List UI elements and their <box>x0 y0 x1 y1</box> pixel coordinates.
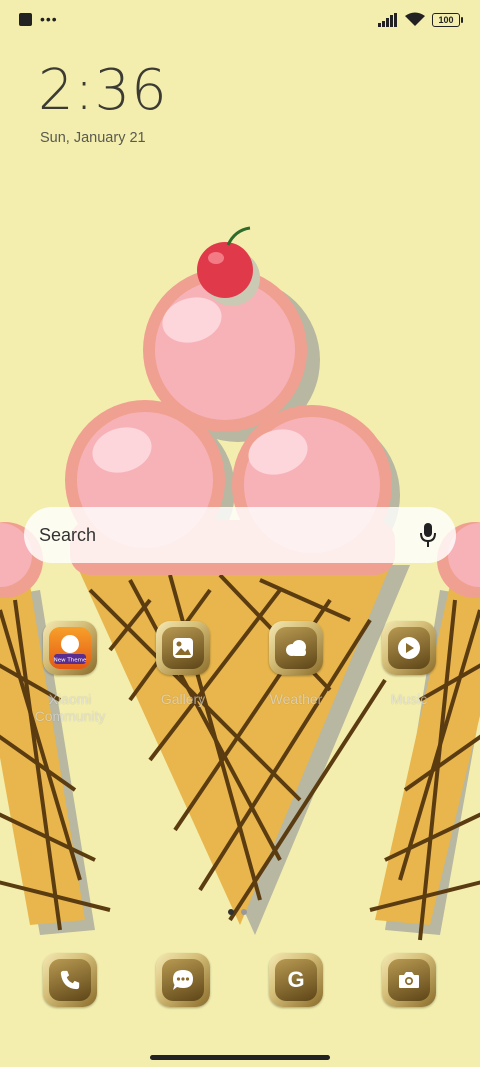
dock-phone[interactable] <box>30 953 110 1007</box>
app-badge-text: New Theme <box>54 658 87 664</box>
page-dot-active <box>228 909 234 915</box>
more-notifications-icon: ••• <box>40 11 58 27</box>
phone-icon <box>43 953 97 1007</box>
weather-icon <box>269 621 323 675</box>
notification-icon <box>19 13 32 26</box>
google-icon: G <box>269 953 323 1007</box>
app-music[interactable]: Music <box>369 621 449 708</box>
dock-camera[interactable] <box>369 953 449 1007</box>
home-indicator[interactable] <box>150 1055 330 1060</box>
date-label[interactable]: Sun, January 21 <box>40 130 146 146</box>
status-bar: ••• 100 <box>0 0 480 40</box>
signal-icon <box>378 12 397 27</box>
battery-icon: 100 <box>432 12 463 27</box>
app-weather[interactable]: Weather <box>256 621 336 708</box>
status-right: 100 <box>378 12 463 27</box>
app-label: Weather <box>269 691 323 707</box>
microphone-icon[interactable] <box>418 522 438 548</box>
app-xiaomi-community[interactable]: New Theme Xiaomi Community <box>30 621 110 725</box>
status-left: ••• <box>19 11 58 27</box>
page-indicator <box>228 909 247 915</box>
dock-google[interactable]: G <box>256 953 336 1007</box>
search-placeholder: Search <box>39 525 97 545</box>
dock-messages[interactable] <box>143 953 223 1007</box>
app-label: Gallery <box>160 691 206 707</box>
google-glyph: G <box>287 967 305 992</box>
clock-widget[interactable]: 2:36 <box>38 58 168 123</box>
page-dot <box>241 909 247 915</box>
camera-icon <box>382 953 436 1007</box>
music-icon <box>382 621 436 675</box>
wifi-icon <box>405 12 425 26</box>
search-bar[interactable]: Search <box>24 507 456 563</box>
xiaomi-community-icon: New Theme <box>43 621 97 675</box>
gallery-icon <box>156 621 210 675</box>
app-gallery[interactable]: Gallery <box>143 621 223 708</box>
app-label: Music <box>390 691 428 707</box>
app-label: Xiaomi Community <box>34 691 106 724</box>
messages-icon <box>156 953 210 1007</box>
